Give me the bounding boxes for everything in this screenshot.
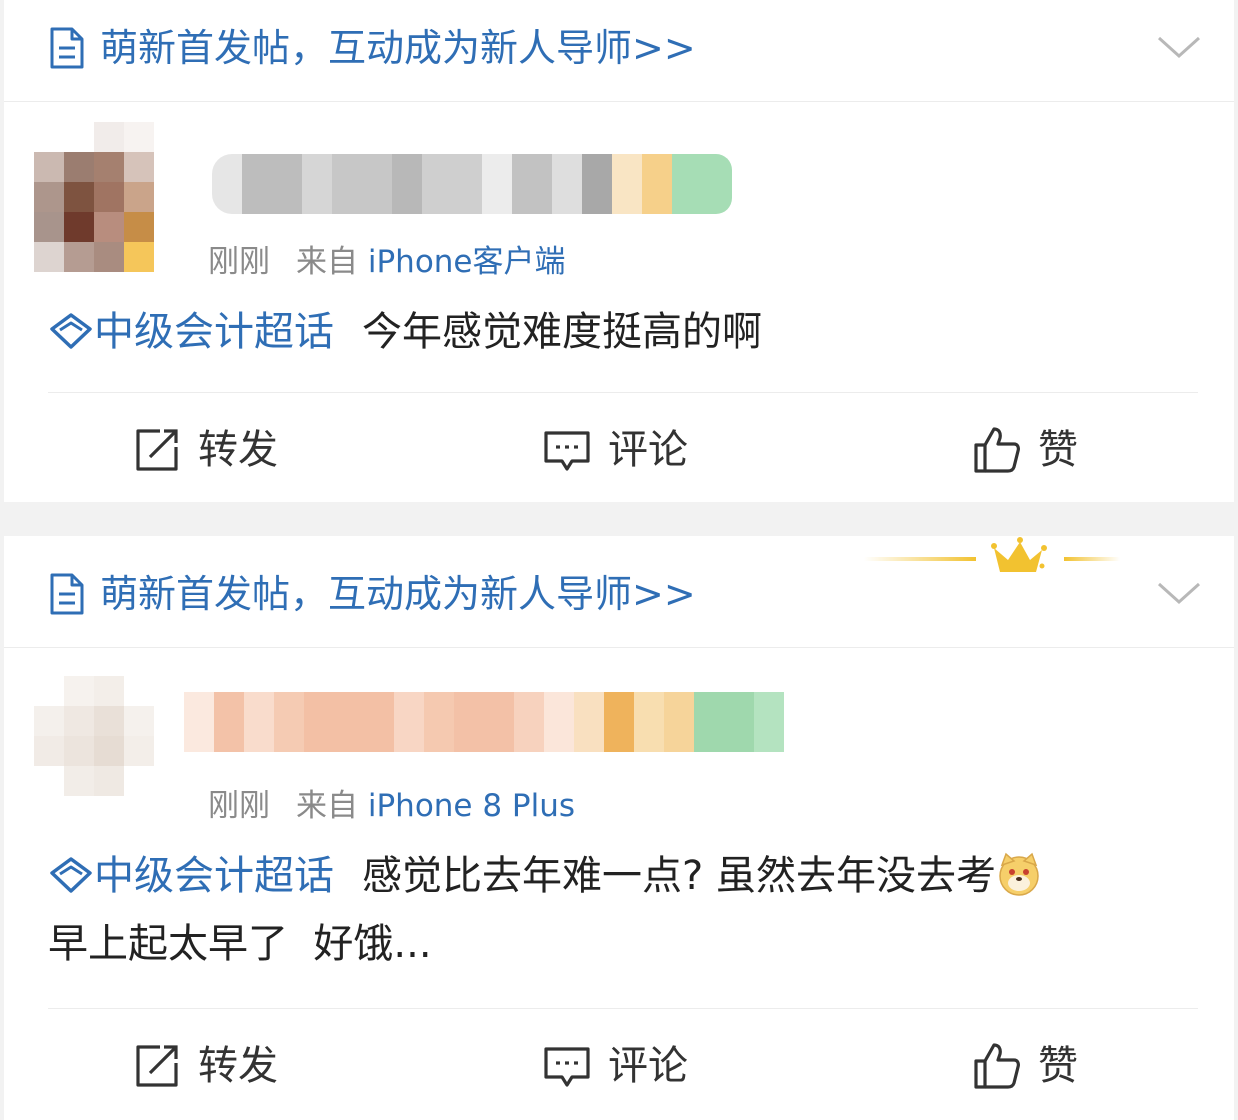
doge-emoji-icon <box>999 852 1039 896</box>
comment-label: 评论 <box>608 427 688 473</box>
post-source[interactable]: iPhone 8 Plus <box>368 788 575 824</box>
from-label: 来自 <box>296 788 358 824</box>
post-source[interactable]: iPhone客户端 <box>368 244 566 280</box>
post-time: 刚刚 <box>208 788 270 824</box>
document-icon <box>50 27 84 69</box>
post-body-line2: 早上起太早了 好饿... <box>48 921 432 967</box>
post-card: 萌新首发帖，互动成为新人导师>> 刚刚 来自 iPhone客户端 中级会计超话 … <box>4 0 1234 502</box>
avatar[interactable] <box>34 122 174 272</box>
diamond-icon <box>50 313 92 349</box>
comment-button[interactable]: 评论 <box>542 422 688 478</box>
post-body: 今年感觉难度挺高的啊 <box>362 309 762 355</box>
post-card: 萌新首发帖，互动成为新人导师>> 刚刚 来自 iPhone 8 Plus 中级会… <box>4 536 1234 1120</box>
thumbs-up-icon <box>974 1043 1020 1089</box>
like-label: 赞 <box>1038 1043 1078 1089</box>
username[interactable] <box>212 154 740 214</box>
comment-label: 评论 <box>608 1043 688 1089</box>
action-bar: 转发 评论 赞 <box>4 400 1234 500</box>
thumbs-up-icon <box>974 427 1020 473</box>
topic-link[interactable]: 中级会计超话 <box>48 309 334 355</box>
divider <box>48 1008 1198 1009</box>
like-button[interactable]: 赞 <box>972 1038 1078 1094</box>
action-bar: 转发 评论 赞 <box>4 1016 1234 1116</box>
like-button[interactable]: 赞 <box>972 422 1078 478</box>
share-icon <box>136 1045 178 1087</box>
diamond-icon <box>50 857 92 893</box>
newbie-banner[interactable]: 萌新首发帖，互动成为新人导师>> <box>4 536 1234 648</box>
post-content: 中级会计超话 感觉比去年难一点? 虽然去年没去考 早上起太早了 好饿... <box>48 842 1208 978</box>
post-meta: 刚刚 来自 iPhone客户端 <box>208 242 566 282</box>
post-content: 中级会计超话 今年感觉难度挺高的啊 <box>48 298 1208 366</box>
topic-label: 中级会计超话 <box>94 309 334 355</box>
chevron-down-icon[interactable] <box>1156 578 1202 608</box>
avatar[interactable] <box>34 676 174 826</box>
post-time: 刚刚 <box>208 244 270 280</box>
newbie-banner[interactable]: 萌新首发帖，互动成为新人导师>> <box>4 0 1234 102</box>
repost-label: 转发 <box>198 427 278 473</box>
chevron-down-icon[interactable] <box>1156 32 1202 62</box>
topic-label: 中级会计超话 <box>94 853 334 899</box>
comment-icon <box>544 1047 590 1087</box>
repost-label: 转发 <box>198 1043 278 1089</box>
comment-button[interactable]: 评论 <box>542 1038 688 1094</box>
document-icon <box>50 573 84 615</box>
banner-link[interactable]: 萌新首发帖，互动成为新人导师>> <box>100 22 696 74</box>
from-label: 来自 <box>296 244 358 280</box>
topic-link[interactable]: 中级会计超话 <box>48 853 334 899</box>
divider <box>48 392 1198 393</box>
comment-icon <box>544 431 590 471</box>
post-meta: 刚刚 来自 iPhone 8 Plus <box>208 786 575 826</box>
share-icon <box>136 429 178 471</box>
username[interactable] <box>184 692 790 752</box>
like-label: 赞 <box>1038 427 1078 473</box>
repost-button[interactable]: 转发 <box>132 1038 278 1094</box>
banner-link[interactable]: 萌新首发帖，互动成为新人导师>> <box>100 568 696 620</box>
post-body: 感觉比去年难一点? 虽然去年没去考 <box>362 853 996 899</box>
repost-button[interactable]: 转发 <box>132 422 278 478</box>
